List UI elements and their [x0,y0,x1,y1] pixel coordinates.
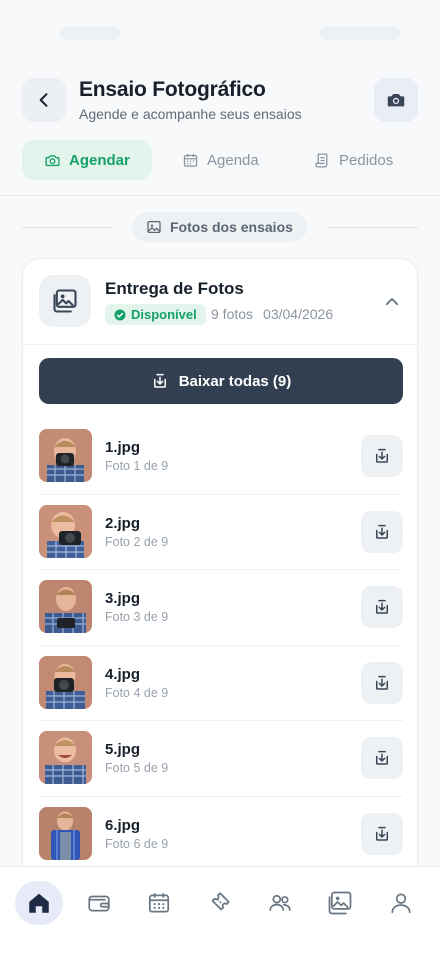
section-divider: Fotos dos ensaios [22,212,418,242]
photo-caption: Foto 3 de 9 [105,610,169,624]
divider-line-right [328,227,418,228]
card-header[interactable]: Entrega de Fotos Disponível 9 fotos 03/0… [23,259,417,345]
photo-download-button[interactable] [361,586,403,628]
photo-row: 5.jpg Foto 5 de 9 [39,721,403,797]
tab-bar: Agendar Agenda Pedidos [22,140,418,180]
photo-download-button[interactable] [361,510,403,553]
photo-count: 9 fotos [211,306,254,322]
receipt-icon [315,152,328,168]
tab-agenda[interactable]: Agenda [182,140,259,180]
status-time-placeholder [60,26,120,40]
tab-label: Agendar [69,151,130,169]
card-title: Entrega de Fotos [105,279,244,298]
nav-profile[interactable] [377,881,425,925]
camera-icon [387,94,405,107]
download-icon [376,448,388,463]
photo-download-button[interactable] [361,661,403,704]
photo-filename: 4.jpg [105,665,141,683]
nav-users[interactable] [256,881,304,925]
users-icon [269,894,291,911]
nav-calendar[interactable] [135,881,183,925]
gallery-icon [53,289,77,313]
photo-download-button[interactable] [361,812,403,855]
photo-caption: Foto 5 de 9 [105,761,169,775]
status-text: Disponível [131,307,197,322]
page-subtitle: Agende e acompanhe seus ensaios [79,106,302,122]
photo-thumbnail[interactable] [39,429,92,482]
card-icon-box [39,275,91,327]
section-label: Fotos dos ensaios [132,212,307,242]
download-all-label: Baixar todas (9) [178,372,292,390]
card-meta: 9 fotos 03/04/2026 [211,306,333,322]
photo-filename: 3.jpg [105,590,141,607]
download-icon [376,599,388,614]
photo-row: 6.jpg Foto 6 de 9 [39,797,403,873]
calendar-icon [148,893,170,913]
section-label-text: Fotos dos ensaios [170,219,293,235]
photo-list: 1.jpg Foto 1 de 9 2.jpg Foto 2 de 9 3.jp… [39,419,403,872]
camera-button[interactable] [374,78,418,122]
photo-row: 3.jpg Foto 3 de 9 [39,570,403,646]
photo-thumbnail[interactable] [39,504,92,558]
nav-wallet[interactable] [75,881,123,925]
download-all-button[interactable]: Baixar todas (9) [39,358,403,404]
photo-caption: Foto 1 de 9 [105,459,169,473]
chevron-left-icon [39,93,48,107]
photo-row: 2.jpg Foto 2 de 9 [39,495,403,570]
gallery-icon [328,891,352,915]
photo-download-button[interactable] [361,737,403,779]
photo-row: 1.jpg Foto 1 de 9 [39,419,403,495]
nav-gallery[interactable] [316,881,364,925]
photo-delivery-card: Entrega de Fotos Disponível 9 fotos 03/0… [22,258,418,898]
nav-tickets[interactable] [195,881,243,925]
tab-pedidos[interactable]: Pedidos [314,140,393,180]
tab-agendar[interactable]: Agendar [22,140,152,180]
photo-thumbnail[interactable] [39,806,92,860]
photo-caption: Foto 2 de 9 [105,534,169,549]
profile-icon [391,893,411,914]
status-icons-placeholder [320,26,400,40]
photo-filename: 1.jpg [105,439,141,456]
download-icon [376,524,388,539]
delivery-date: 03/04/2026 [263,306,334,322]
photo-filename: 2.jpg [105,514,141,532]
photo-download-button[interactable] [361,435,403,477]
photo-filename: 6.jpg [105,816,141,834]
calendar-icon [183,153,198,167]
wallet-icon [88,895,110,912]
photo-caption: Foto 4 de 9 [105,685,169,700]
photo-thumbnail[interactable] [39,731,92,784]
photo-thumbnail[interactable] [39,655,92,709]
status-badge: Disponível [105,304,206,325]
status-bar [0,0,440,56]
download-icon [376,750,388,765]
photo-caption: Foto 6 de 9 [105,836,169,851]
bottom-navigation [0,866,440,957]
download-icon [376,826,388,841]
camera-icon [45,154,60,166]
divider-line-left [22,227,112,228]
page-header: Ensaio Fotográfico Agende e acompanhe se… [0,56,440,196]
photo-filename: 5.jpg [105,741,141,758]
chevron-up-icon[interactable] [383,293,401,311]
page-title: Ensaio Fotográfico [79,78,266,101]
tab-label: Agenda [207,151,259,169]
ticket-icon [211,892,230,911]
home-icon [29,893,49,913]
check-circle-icon [114,309,126,320]
download-icon [376,675,388,690]
back-button[interactable] [22,78,66,122]
nav-home[interactable] [15,881,63,925]
download-icon [153,373,166,388]
tab-label: Pedidos [339,151,394,169]
photo-thumbnail[interactable] [39,580,92,633]
photos-icon [147,221,161,233]
photo-row: 4.jpg Foto 4 de 9 [39,646,403,721]
